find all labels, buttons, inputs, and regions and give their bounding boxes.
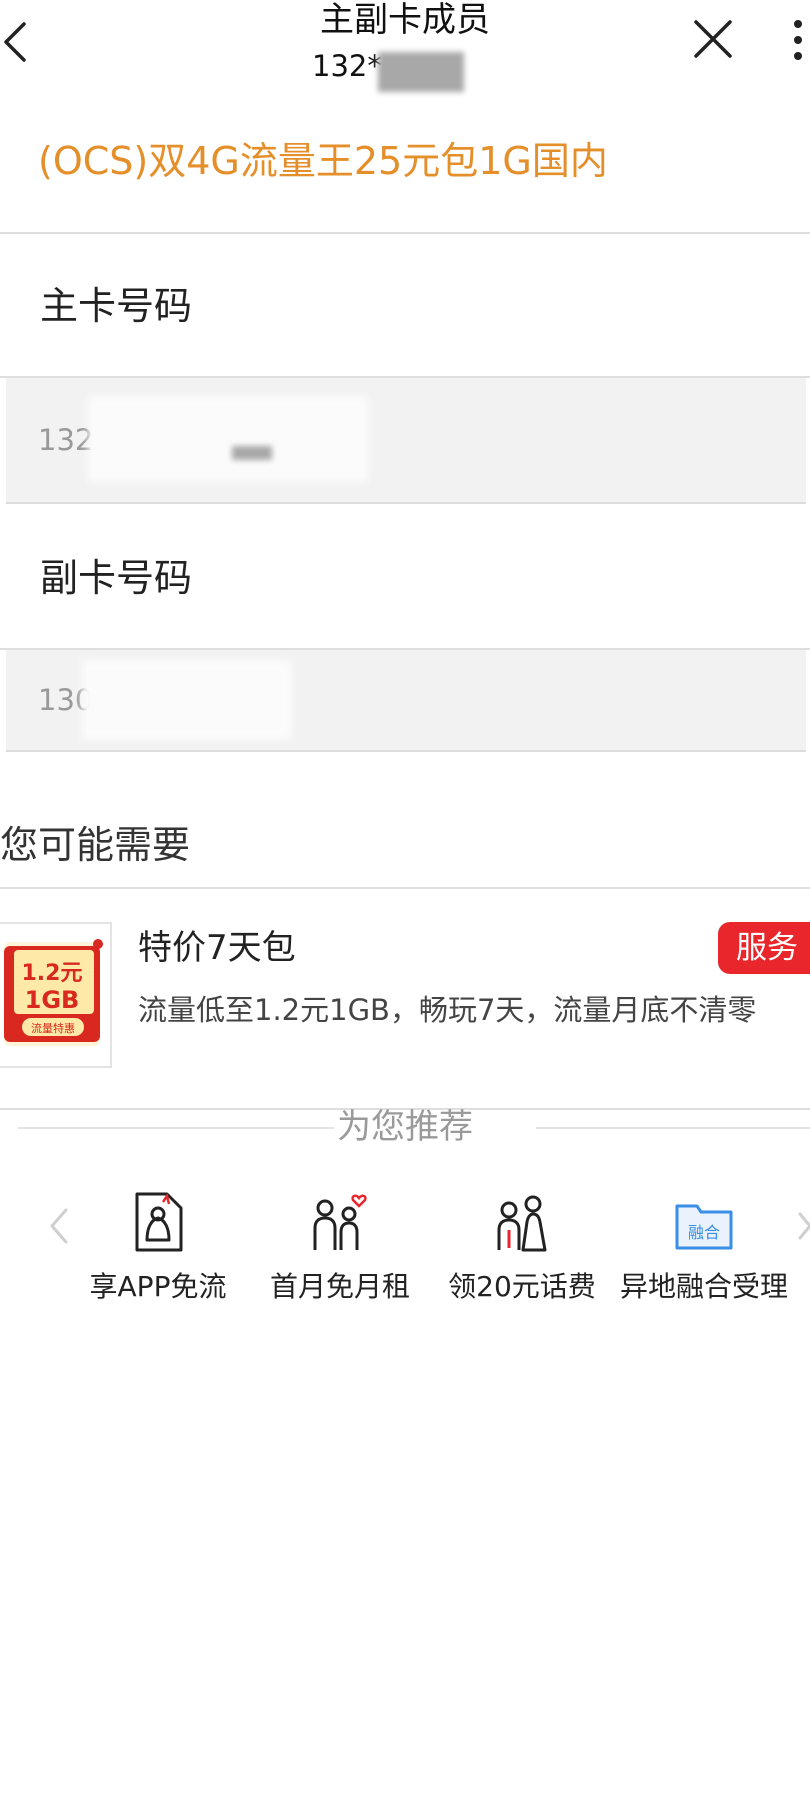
couple-gift-icon: [497, 1195, 547, 1252]
you-may-need-title: 您可能需要: [0, 823, 191, 867]
thumb-tag: 流量特惠: [31, 1021, 75, 1035]
fusion-icon-text: 融合: [688, 1223, 720, 1242]
thumb-price: 1.2元: [22, 961, 83, 986]
secondary-card-label: 副卡号码: [40, 556, 193, 600]
recommend-label: 异地融合受理: [619, 1270, 788, 1303]
recommend-item-first-month[interactable]: 首月免月租: [250, 1180, 430, 1310]
thumb-amount: 1GB: [25, 986, 80, 1014]
product-thumbnail: 1.2元 1GB 流量特惠: [0, 922, 112, 1068]
recommend-item-20-credit[interactable]: 领20元话费: [432, 1180, 612, 1310]
primary-card-label: 主卡号码: [40, 284, 193, 328]
product-title: 特价7天包: [138, 928, 296, 968]
page-subtitle-number: 132*: [312, 49, 382, 83]
product-card[interactable]: 1.2元 1GB 流量特惠 特价7天包 流量低至1.2元1GB，畅玩7天，流量月…: [0, 890, 810, 1080]
recommend-item-app-free[interactable]: 享APP免流: [68, 1180, 248, 1310]
redacted-mask: [88, 396, 368, 482]
redacted-mask: [82, 660, 292, 740]
more-options-icon[interactable]: [786, 16, 810, 66]
product-description: 流量低至1.2元1GB，畅玩7天，流量月底不清零: [138, 993, 757, 1027]
plan-name: (OCS)双4G流量王25元包1G国内: [38, 139, 608, 183]
divider: [0, 232, 810, 234]
service-badge: 服务: [718, 922, 810, 974]
close-icon[interactable]: [690, 16, 736, 62]
recommend-title: 为您推荐: [337, 1107, 473, 1147]
redacted-mask: [378, 52, 464, 92]
chevron-right-icon[interactable]: [796, 1206, 810, 1246]
fusion-folder-icon: 融合: [675, 1204, 733, 1250]
recommend-item-fusion[interactable]: 融合 异地融合受理: [614, 1180, 794, 1310]
app-free-traffic-icon: [135, 1192, 183, 1252]
divider: [0, 887, 810, 889]
traffic-coupon-image: 1.2元 1GB 流量特惠: [4, 939, 103, 1046]
secondary-number-field: 130: [6, 650, 806, 752]
redacted-mask: [232, 446, 272, 460]
couple-heart-icon: [313, 1194, 367, 1250]
primary-number: 132: [38, 423, 94, 457]
app-header: 主副卡成员 132*: [0, 0, 810, 108]
page-title: 主副卡成员: [320, 0, 490, 40]
primary-number-field: 132: [6, 378, 806, 504]
